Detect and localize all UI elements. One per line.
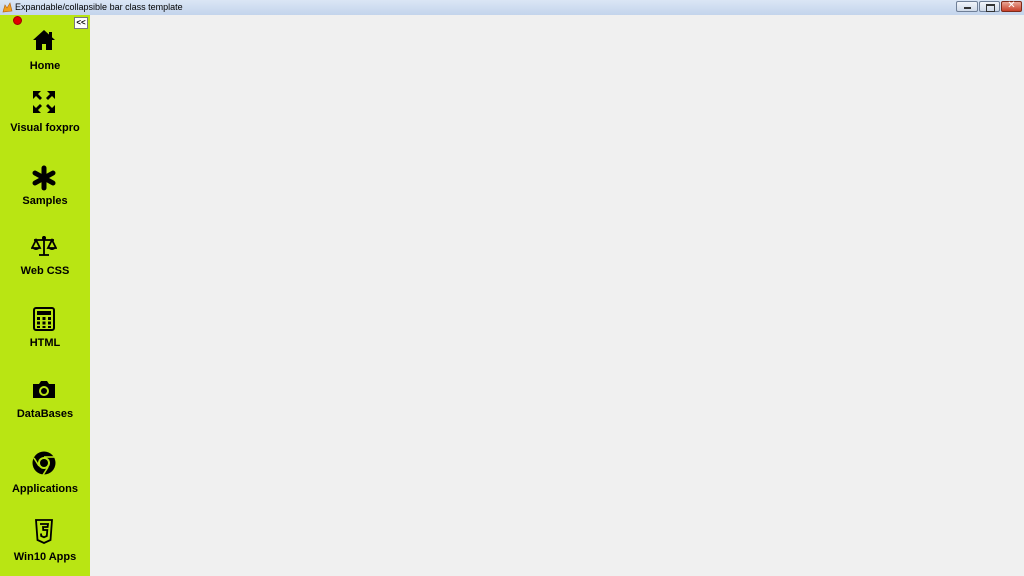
sidebar-item-label: Applications [11,483,78,495]
app-window: Expandable/collapsible bar class templat… [0,0,1024,576]
maximize-icon [986,4,995,12]
sidebar-item-label: Visual foxpro [10,122,80,134]
sidebar-item-win10-apps[interactable]: Win10 Apps [0,518,90,570]
expand-arrows-icon [31,89,57,115]
balance-scale-icon [31,233,57,259]
minimize-icon [964,7,971,9]
sidebar-item-label: Samples [22,195,68,207]
sidebar-item-label: HTML [29,337,61,349]
camera-icon [31,376,57,402]
sidebar: << Home Visual foxpro Samples Web CSS HT… [0,15,90,576]
sidebar-item-label: DataBases [16,408,74,420]
sidebar-item-web-css[interactable]: Web CSS [0,231,90,283]
sidebar-item-databases[interactable]: DataBases [0,375,90,425]
sidebar-item-visual-foxpro[interactable]: Visual foxpro [0,88,90,140]
sidebar-item-label: Home [29,60,61,72]
title-bar[interactable]: Expandable/collapsible bar class templat… [0,0,1024,16]
calculator-icon [31,306,57,332]
html5-icon [31,518,57,544]
window-title: Expandable/collapsible bar class templat… [15,2,183,12]
app-fox-icon [2,2,13,13]
close-icon: ✕ [1007,0,1016,11]
sidebar-item-home[interactable]: Home [0,25,90,75]
sidebar-item-applications[interactable]: Applications [0,449,90,499]
minimize-button[interactable] [956,1,978,12]
chrome-icon [31,450,57,476]
sidebar-item-label: Win10 Apps [13,551,77,563]
close-button[interactable]: ✕ [1001,0,1022,12]
status-indicator [13,16,22,25]
home-icon [31,27,57,53]
main-content-area [90,15,1024,576]
sidebar-item-html[interactable]: HTML [0,305,90,355]
sidebar-item-samples[interactable]: Samples [0,163,90,213]
maximize-button[interactable] [979,1,1000,12]
sidebar-item-label: Web CSS [20,265,70,277]
asterisk-icon [31,165,57,191]
